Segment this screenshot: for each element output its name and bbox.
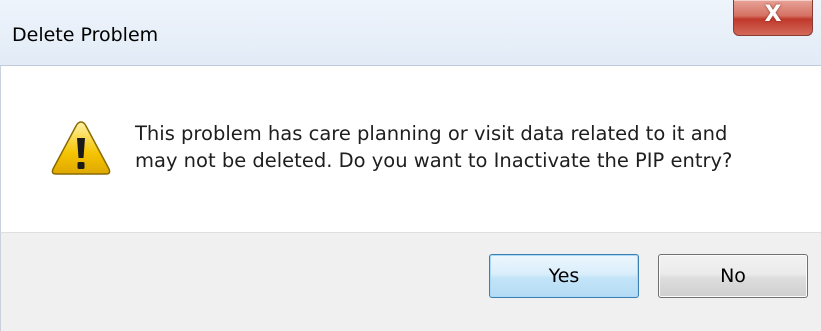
dialog-content: This problem has care planning or visit … — [0, 66, 821, 232]
close-button[interactable]: X — [733, 0, 813, 36]
dialog-message: This problem has care planning or visit … — [135, 120, 795, 174]
no-button[interactable]: No — [658, 254, 808, 298]
message-line-1: This problem has care planning or visit … — [135, 122, 728, 145]
yes-button[interactable]: Yes — [489, 254, 639, 298]
warning-triangle-icon — [51, 121, 111, 175]
close-icon: X — [764, 2, 782, 27]
message-line-2: may not be deleted. Do you want to Inact… — [135, 149, 733, 172]
button-bar: Yes No — [0, 232, 821, 331]
title-bar[interactable]: Delete Problem X — [0, 0, 821, 66]
window-title: Delete Problem — [12, 24, 159, 46]
delete-problem-dialog: Delete Problem X This problem has care p… — [0, 0, 821, 331]
